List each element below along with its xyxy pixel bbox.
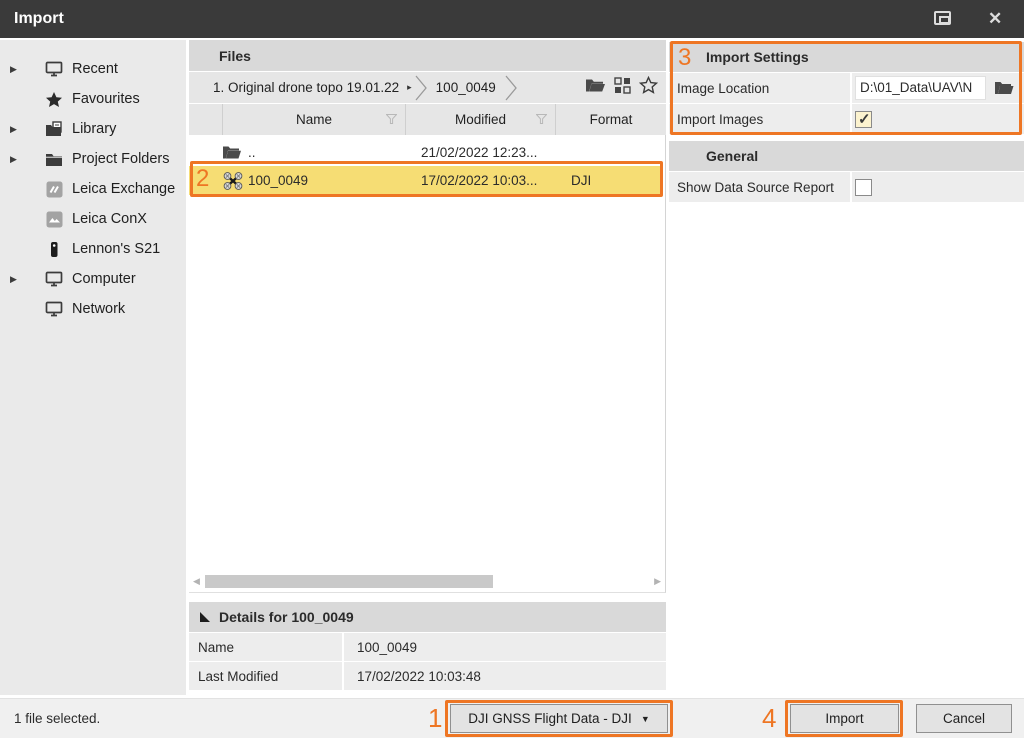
expand-arrow-icon[interactable]: ▶ <box>10 64 22 75</box>
sidebar-item-recent[interactable]: ▶ Recent <box>0 54 186 84</box>
details-row-last-modified: Last Modified 17/02/2022 10:03:48 <box>189 662 666 690</box>
sidebar-item-leica-conx[interactable]: Leica ConX <box>0 204 186 234</box>
filter-funnel-icon[interactable] <box>386 114 397 124</box>
file-row-parent-dir[interactable]: .. 21/02/2022 12:23... <box>189 138 662 167</box>
collapse-triangle-icon <box>200 612 210 622</box>
show-data-source-report-checkbox[interactable] <box>855 179 872 196</box>
column-header-modified[interactable]: Modified <box>405 104 555 135</box>
computer-icon <box>44 60 64 78</box>
file-format: DJI <box>555 173 662 188</box>
scrollbar-thumb[interactable] <box>205 575 493 588</box>
image-location-row: Image Location D:\01_Data\UAV\N <box>669 73 1024 103</box>
expand-arrow-icon[interactable]: ▶ <box>10 274 22 285</box>
sidebar-item-label: Computer <box>72 271 136 287</box>
sidebar-item-network[interactable]: Network <box>0 294 186 324</box>
show-data-source-report-label: Show Data Source Report <box>669 172 852 202</box>
general-header: General <box>669 141 1024 171</box>
selection-column-header <box>189 104 222 135</box>
details-value: 100_0049 <box>344 640 417 655</box>
file-row-100-0049[interactable]: 100_0049 17/02/2022 10:03... DJI <box>189 166 662 195</box>
import-button[interactable]: Import <box>790 704 899 733</box>
sidebar-item-label: Leica Exchange <box>72 181 175 197</box>
cancel-button[interactable]: Cancel <box>916 704 1012 733</box>
leica-exchange-icon <box>44 180 64 198</box>
title-bar: Import ✕ <box>0 0 1024 38</box>
sidebar-item-label: Library <box>72 121 116 137</box>
breadcrumb-chevron-icon <box>414 74 428 102</box>
folder-open-icon <box>222 145 248 160</box>
sidebar-item-label: Favourites <box>72 91 140 107</box>
breadcrumb-segment-parent[interactable]: 1. Original drone topo 19.01.22 <box>207 80 405 95</box>
file-name: .. <box>248 145 405 160</box>
filter-funnel-icon[interactable] <box>536 114 547 124</box>
library-folder-icon <box>44 120 64 138</box>
import-settings-title: Import Settings <box>706 49 809 65</box>
open-folder-icon[interactable] <box>585 77 606 94</box>
scroll-left-arrow-icon[interactable]: ◀ <box>193 576 200 587</box>
file-name: 100_0049 <box>248 173 405 188</box>
files-panel-header: Files <box>189 40 666 71</box>
file-modified: 17/02/2022 10:03... <box>405 173 555 188</box>
drone-icon <box>222 172 248 190</box>
import-images-checkbox[interactable] <box>855 111 872 128</box>
sidebar-item-label: Project Folders <box>72 151 170 167</box>
general-title: General <box>706 148 758 164</box>
column-header-format[interactable]: Format <box>555 104 666 135</box>
browse-folder-icon[interactable] <box>994 80 1015 96</box>
window-title: Import <box>14 0 64 38</box>
breadcrumb: 1. Original drone topo 19.01.22 ▸ 100_00… <box>189 72 666 103</box>
computer-icon <box>44 300 64 318</box>
details-panel-header[interactable]: Details for 100_0049 <box>189 602 666 632</box>
file-list: .. 21/02/2022 12:23... 100_0049 17/02/20… <box>189 135 666 593</box>
import-images-row: Import Images <box>669 104 1024 134</box>
show-data-source-report-row: Show Data Source Report <box>669 172 1024 202</box>
restore-window-icon[interactable] <box>934 11 951 25</box>
files-panel-title: Files <box>219 48 251 64</box>
import-settings-header: Import Settings <box>669 42 1024 72</box>
sidebar-item-favourites[interactable]: Favourites <box>0 84 186 114</box>
details-label: Last Modified <box>189 662 344 690</box>
sidebar-item-leica-exchange[interactable]: Leica Exchange <box>0 174 186 204</box>
favourite-star-icon[interactable] <box>639 76 658 94</box>
details-label: Name <box>189 633 344 661</box>
image-location-input[interactable]: D:\01_Data\UAV\N <box>855 76 986 100</box>
selection-status: 1 file selected. <box>14 699 100 739</box>
sidebar-item-label: Lennon's S21 <box>72 241 160 257</box>
close-icon[interactable]: ✕ <box>988 8 1002 30</box>
view-mode-grid-icon[interactable] <box>614 77 631 94</box>
expand-arrow-icon[interactable]: ▶ <box>10 124 22 135</box>
star-icon <box>44 90 64 108</box>
sidebar-item-library[interactable]: ▶ Library <box>0 114 186 144</box>
file-modified: 21/02/2022 12:23... <box>405 145 555 160</box>
navigation-sidebar: ▶ Recent Favourites ▶ Library ▶ Project … <box>0 40 186 695</box>
breadcrumb-segment-current[interactable]: 100_0049 <box>430 80 502 95</box>
breadcrumb-chevron-icon <box>504 74 518 102</box>
sidebar-item-project-folders[interactable]: ▶ Project Folders <box>0 144 186 174</box>
horizontal-scrollbar[interactable]: ◀ ▶ <box>190 572 664 591</box>
sidebar-item-label: Recent <box>72 61 118 77</box>
sidebar-item-label: Network <box>72 301 125 317</box>
details-value: 17/02/2022 10:03:48 <box>344 669 481 684</box>
breadcrumb-dropdown-arrow-icon[interactable]: ▸ <box>407 82 412 93</box>
expand-arrow-icon[interactable]: ▶ <box>10 154 22 165</box>
details-title: Details for 100_0049 <box>219 609 354 625</box>
image-location-label: Image Location <box>669 73 852 103</box>
computer-icon <box>44 270 64 288</box>
column-header-name[interactable]: Name <box>222 104 405 135</box>
folder-icon <box>44 150 64 168</box>
sidebar-item-lennons-s21[interactable]: Lennon's S21 <box>0 234 186 264</box>
format-dropdown[interactable]: DJI GNSS Flight Data - DJI ▼ <box>450 704 668 733</box>
sidebar-item-label: Leica ConX <box>72 211 147 227</box>
leica-conx-icon <box>44 210 64 228</box>
scroll-right-arrow-icon[interactable]: ▶ <box>654 576 661 587</box>
chevron-down-icon: ▼ <box>641 714 650 724</box>
import-images-label: Import Images <box>669 104 852 134</box>
details-row-name: Name 100_0049 <box>189 633 666 661</box>
gnss-device-icon <box>44 240 64 258</box>
sidebar-item-computer[interactable]: ▶ Computer <box>0 264 186 294</box>
file-table-header: Name Modified Format <box>189 104 666 135</box>
